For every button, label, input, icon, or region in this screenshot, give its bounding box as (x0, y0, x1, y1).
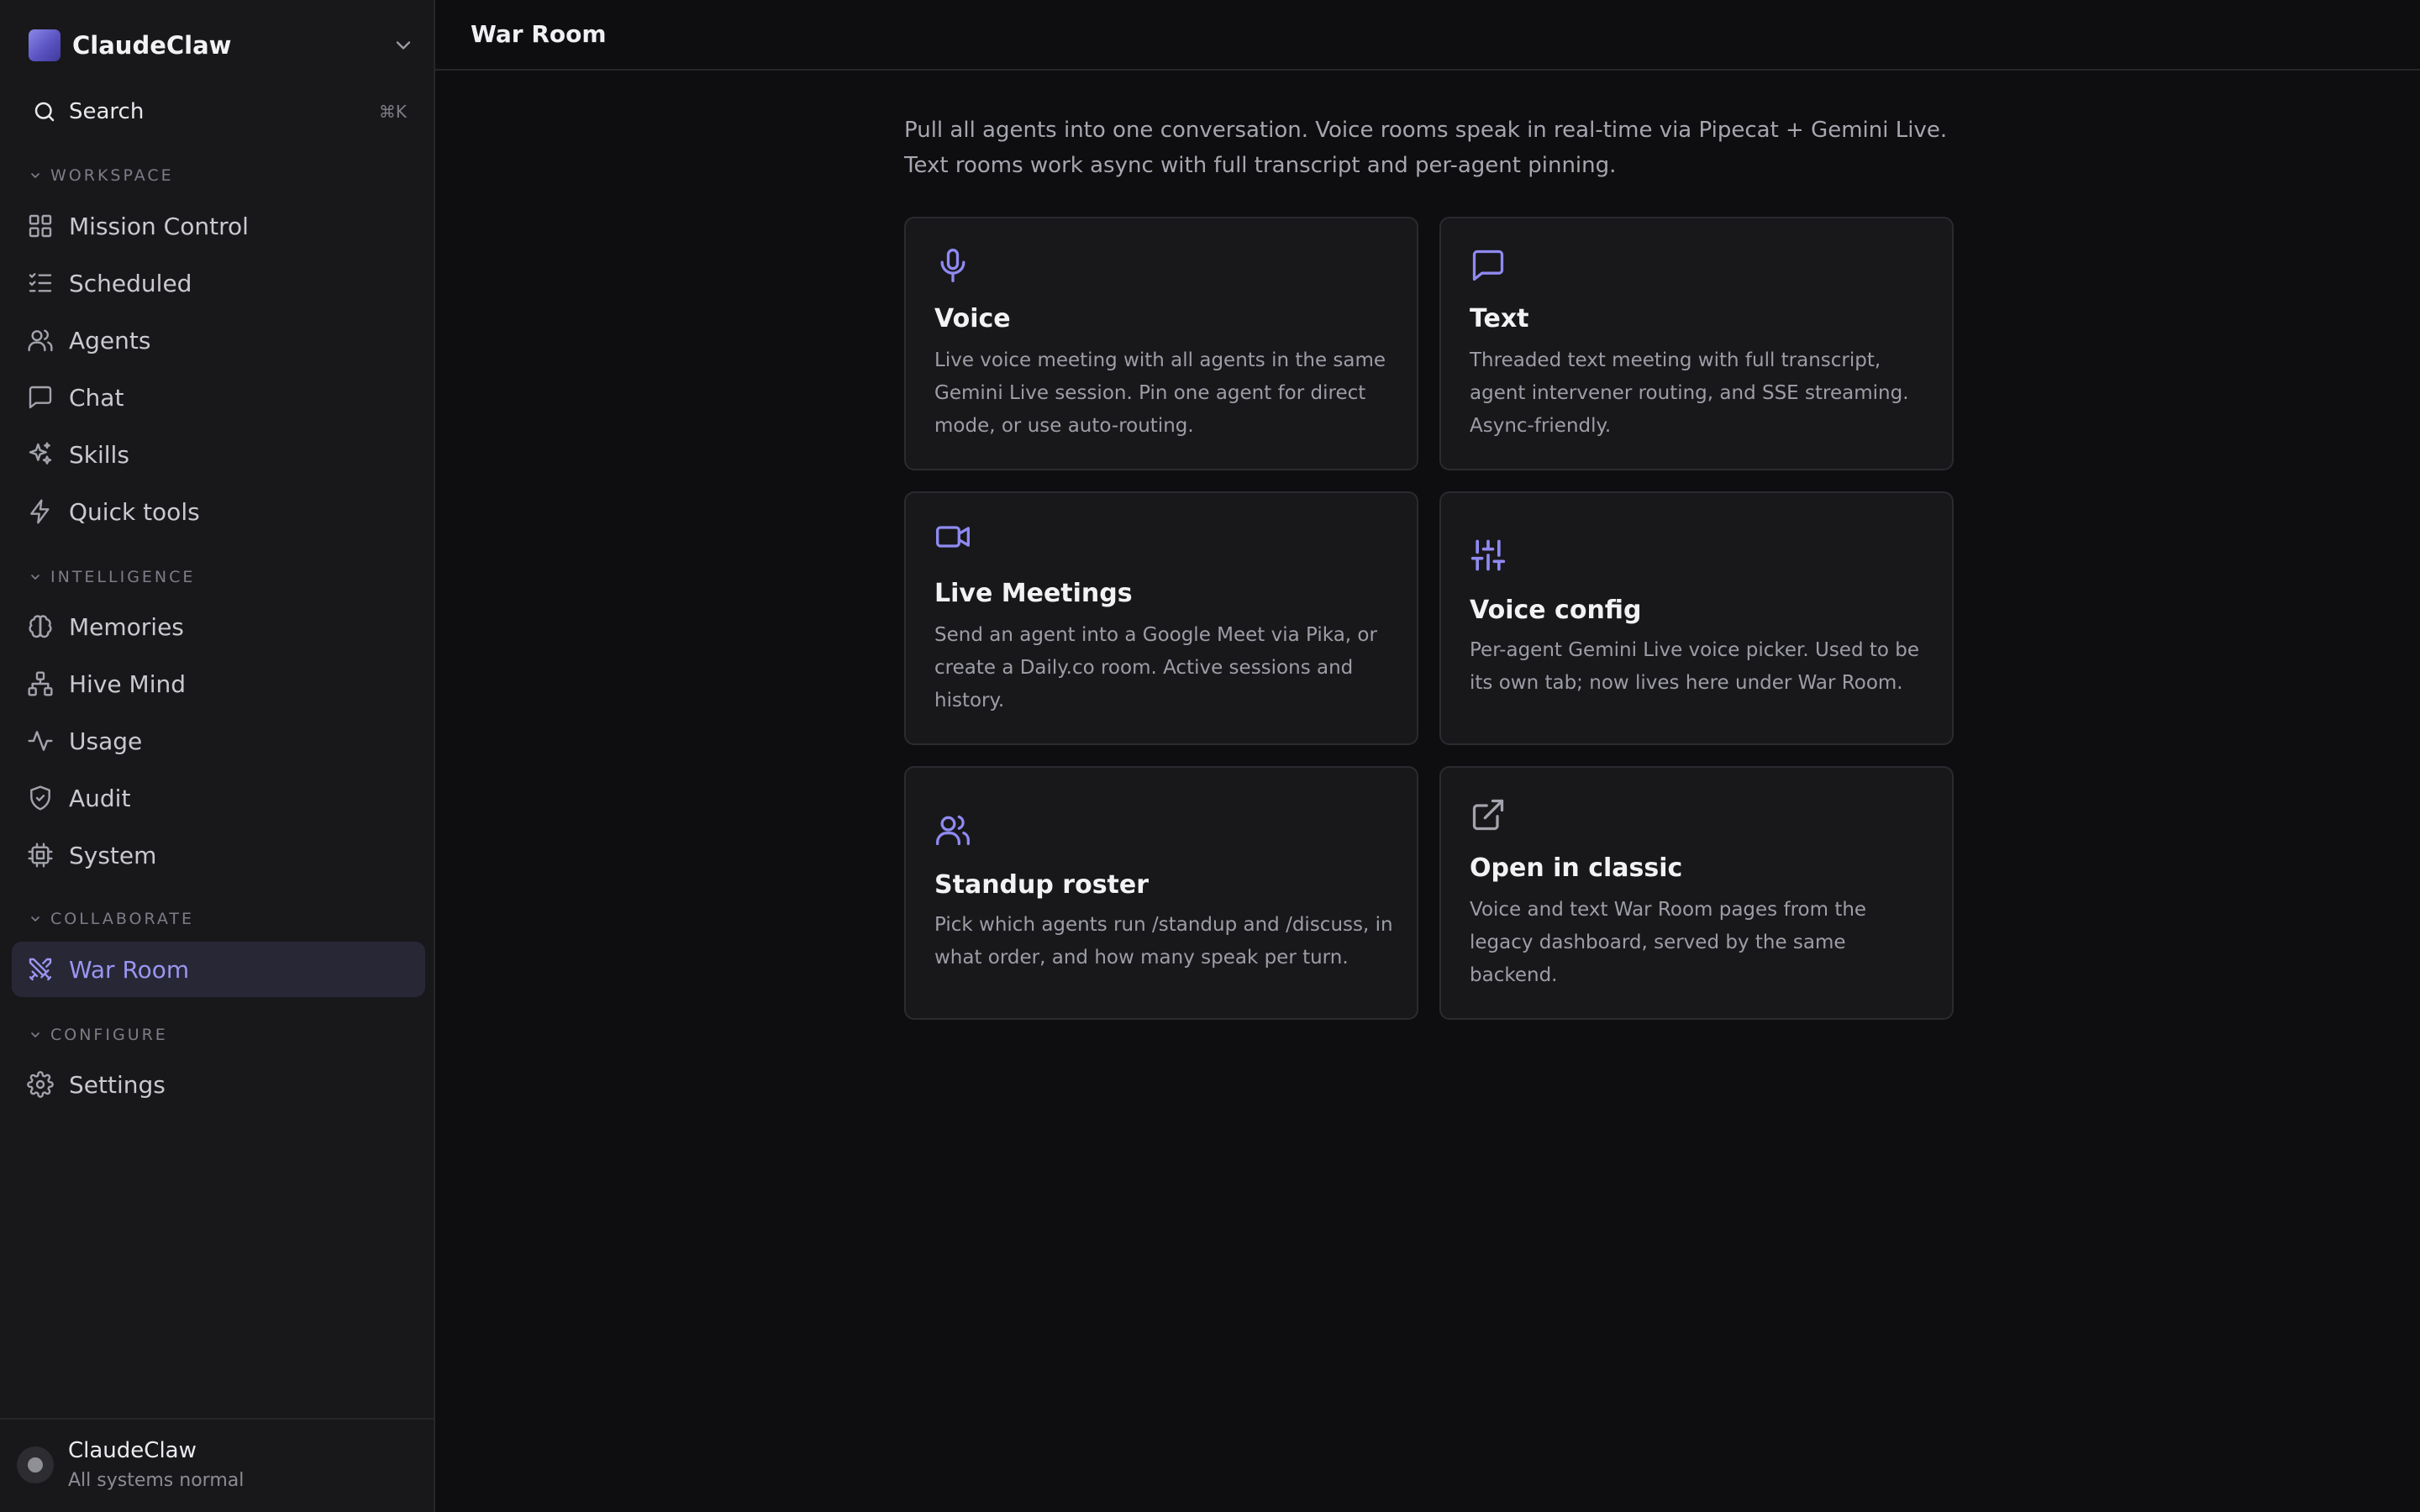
search-label: Search (69, 99, 145, 124)
brand-logo (29, 29, 60, 61)
chevron-down-icon (31, 1032, 39, 1037)
card-description: Per-agent Gemini Live voice picker. Used… (1470, 639, 1920, 694)
search-shortcut: ⌘K (378, 102, 407, 122)
card-title: Open in classic (1470, 853, 1683, 883)
sidebar-item-mission-control[interactable]: Mission Control (12, 198, 425, 254)
card-description: Pick which agents run /standup and /disc… (934, 914, 1393, 969)
sidebar-item-quick-tools[interactable]: Quick tools (12, 484, 425, 539)
brain-icon (29, 615, 52, 638)
chevron-down-icon (31, 173, 39, 178)
users-icon (936, 815, 970, 846)
list-checks-icon (29, 273, 52, 292)
page-intro: Pull all agents into one conversation. V… (904, 118, 1948, 178)
search-button[interactable]: Search ⌘K (32, 94, 407, 129)
cpu-icon (28, 843, 53, 868)
card-description: Live voice meeting with all agents in th… (934, 349, 1386, 437)
video-camera-icon (936, 526, 970, 548)
section-title: COLLABORATE (50, 910, 195, 928)
message-square-icon (1472, 249, 1504, 281)
search-icon (34, 102, 55, 122)
sparkles-icon (29, 442, 52, 465)
sidebar-item-label: War Room (69, 955, 190, 984)
grid-icon (29, 214, 52, 238)
sidebar-item-label: Quick tools (69, 497, 200, 526)
section-header-collaborate[interactable]: COLLABORATE (29, 908, 194, 930)
sidebar-item-label: Scheduled (69, 269, 192, 297)
sidebar-item-system[interactable]: System (12, 827, 425, 883)
sidebar-item-audit[interactable]: Audit (12, 770, 425, 826)
system-status[interactable]: ClaudeClaw All systems normal (0, 1418, 434, 1512)
brand-name: ClaudeClaw (72, 31, 232, 60)
zap-icon (30, 499, 50, 524)
card-live-meetings[interactable]: Live Meetings Send an agent into a Googl… (904, 491, 1418, 745)
sidebar-item-settings[interactable]: Settings (12, 1057, 425, 1112)
sidebar-item-usage[interactable]: Usage (12, 713, 425, 769)
card-voice-config[interactable]: Voice config Per-agent Gemini Live voice… (1439, 491, 1954, 745)
footer-app-name: ClaudeClaw (68, 1438, 197, 1463)
section-header-intelligence[interactable]: INTELLIGENCE (29, 566, 195, 588)
sidebar-item-label: Chat (69, 383, 124, 412)
sidebar-item-scheduled[interactable]: Scheduled (12, 255, 425, 311)
swords-icon (29, 958, 52, 981)
sidebar-item-agents[interactable]: Agents (12, 312, 425, 368)
sidebar-item-label: Audit (69, 784, 131, 812)
section-title: WORKSPACE (50, 166, 174, 185)
shield-check-icon (30, 785, 50, 811)
users-icon (28, 329, 53, 352)
card-description: Voice and text War Room pages from the l… (1470, 899, 1867, 986)
section-title: INTELLIGENCE (50, 568, 196, 586)
sliders-icon (1470, 539, 1506, 571)
card-title: Standup roster (934, 870, 1150, 900)
sidebar-item-label: Hive Mind (69, 669, 186, 698)
card-title: Voice (934, 304, 1011, 333)
sidebar-item-war-room[interactable]: War Room (12, 942, 425, 997)
card-voice[interactable]: Voice Live voice meeting with all agents… (904, 217, 1418, 470)
sidebar-item-label: Usage (69, 727, 143, 755)
sidebar: ClaudeClaw Search ⌘K WORKSPACE Mission C… (0, 0, 435, 1512)
external-link-icon (1472, 799, 1504, 831)
top-bar: War Room (435, 0, 2420, 71)
sidebar-item-skills[interactable]: Skills (12, 427, 425, 482)
sidebar-item-label: Skills (69, 440, 129, 469)
sidebar-item-label: Memories (69, 612, 184, 641)
sidebar-item-hive-mind[interactable]: Hive Mind (12, 656, 425, 711)
status-dot (28, 1457, 43, 1473)
section-header-workspace[interactable]: WORKSPACE (29, 165, 174, 186)
card-standup-roster[interactable]: Standup roster Pick which agents run /st… (904, 766, 1418, 1020)
section-header-configure[interactable]: CONFIGURE (29, 1024, 168, 1046)
workspace-switcher[interactable]: ClaudeClaw (29, 29, 415, 62)
sidebar-item-chat[interactable]: Chat (12, 370, 425, 425)
chevron-down-icon (31, 575, 39, 580)
microphone-icon (940, 249, 965, 282)
message-square-icon (29, 386, 52, 409)
card-title: Text (1470, 304, 1529, 333)
footer-status-text: All systems normal (68, 1470, 245, 1491)
status-indicator (17, 1446, 54, 1483)
card-title: Live Meetings (934, 579, 1133, 608)
section-title: CONFIGURE (50, 1026, 168, 1044)
card-text[interactable]: Text Threaded text meeting with full tra… (1439, 217, 1954, 470)
sidebar-item-label: Settings (69, 1070, 166, 1099)
sidebar-item-label: Mission Control (69, 212, 249, 240)
sidebar-item-label: Agents (69, 326, 151, 354)
network-icon (28, 671, 53, 696)
chevron-down-icon[interactable] (392, 34, 415, 57)
chevron-down-icon (31, 916, 39, 921)
sidebar-item-memories[interactable]: Memories (12, 599, 425, 654)
activity-icon (28, 731, 53, 751)
card-description: Threaded text meeting with full transcri… (1470, 349, 1909, 437)
sidebar-item-label: System (69, 841, 157, 869)
card-open-in-classic[interactable]: Open in classic Voice and text War Room … (1439, 766, 1954, 1020)
card-title: Voice config (1470, 596, 1642, 625)
gear-icon (27, 1071, 54, 1098)
page-title: War Room (471, 20, 607, 48)
card-description: Send an agent into a Google Meet via Pik… (934, 624, 1377, 711)
